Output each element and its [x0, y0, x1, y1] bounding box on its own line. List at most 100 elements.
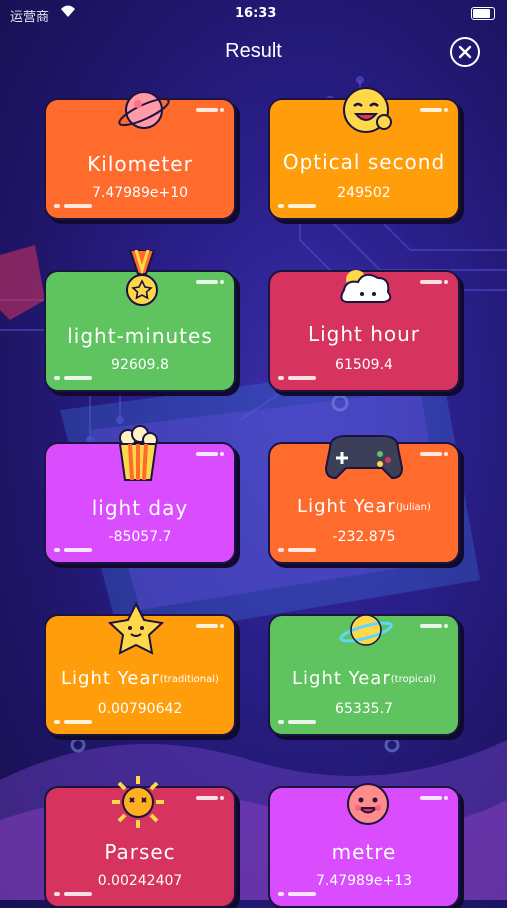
- card-highlight-dot: [54, 548, 60, 552]
- popcorn-icon: [108, 424, 168, 484]
- unit-label: Optical second: [282, 150, 446, 174]
- unit-value: 61509.4: [335, 357, 393, 373]
- result-card: Parsec 0.00242407: [44, 776, 236, 908]
- result-card: Light Year(Julian) -232.875: [268, 435, 460, 564]
- unit-label: light-minutes: [67, 324, 213, 348]
- unit-label: Light hour: [307, 322, 421, 346]
- card-highlight-dot: [220, 280, 224, 284]
- wifi-icon: [60, 4, 76, 22]
- card-highlight: [420, 796, 442, 800]
- page-title: Result: [225, 40, 282, 62]
- card-highlight-dot: [54, 720, 60, 724]
- card-highlight: [288, 892, 316, 896]
- card-highlight: [288, 720, 316, 724]
- card-highlight-dot: [278, 204, 284, 208]
- unit-label: Parsec: [104, 840, 176, 864]
- result-card: Light Year(tropical) 65335.7: [268, 614, 460, 736]
- card-highlight-dot: [278, 720, 284, 724]
- unit-name: Light Year(Julian): [270, 496, 458, 517]
- medal-icon: [112, 249, 172, 310]
- gamepad-icon: [320, 424, 404, 484]
- card-highlight: [196, 796, 218, 800]
- status-bar: 运营商 16:33: [0, 0, 507, 28]
- card-highlight-dot: [220, 796, 224, 800]
- unit-qualifier: (Julian): [395, 502, 431, 513]
- unit-name: Parsec: [46, 840, 234, 864]
- close-button[interactable]: [450, 37, 480, 67]
- result-card: metre 7.47989e+13: [268, 783, 460, 908]
- card-highlight-dot: [278, 376, 284, 380]
- card-highlight: [196, 280, 218, 284]
- unit-value: -85057.7: [108, 529, 172, 545]
- card-highlight-dot: [278, 548, 284, 552]
- card-highlight: [420, 280, 442, 284]
- unit-value: 7.47989e+13: [315, 873, 413, 889]
- carrier-label: 运营商: [10, 10, 50, 25]
- unit-qualifier: (traditional): [159, 674, 219, 685]
- status-time: 16:33: [235, 6, 277, 21]
- card-highlight: [64, 720, 92, 724]
- unit-value: 7.47989e+10: [91, 185, 189, 201]
- unit-name: light-minutes: [46, 324, 234, 348]
- card-highlight: [196, 624, 218, 628]
- card-highlight-dot: [54, 892, 60, 896]
- card-highlight: [288, 204, 316, 208]
- card-highlight-dot: [54, 204, 60, 208]
- sun-icon: [108, 772, 168, 832]
- result-card: light-minutes 92609.8: [44, 249, 236, 392]
- unit-name: Light hour: [270, 322, 458, 346]
- card-highlight: [196, 452, 218, 456]
- unit-value: 0.00242407: [97, 873, 183, 889]
- unit-value: -232.875: [332, 529, 396, 545]
- unit-qualifier: (tropical): [390, 674, 437, 685]
- unit-label: metre: [331, 840, 397, 864]
- card-highlight-dot: [220, 108, 224, 112]
- card-highlight: [64, 376, 92, 380]
- card-highlight-dot: [278, 892, 284, 896]
- unit-name: Light Year(tropical): [270, 668, 458, 689]
- card-highlight: [420, 624, 442, 628]
- card-highlight-dot: [444, 280, 448, 284]
- card-highlight: [64, 548, 92, 552]
- unit-value: 65335.7: [335, 701, 393, 717]
- unit-name: light day: [46, 496, 234, 520]
- card-highlight: [64, 892, 92, 896]
- result-card: Optical second 249502: [268, 87, 460, 220]
- card-highlight: [64, 204, 92, 208]
- battery-icon: [471, 7, 495, 20]
- result-card: light day -85057.7: [44, 425, 236, 564]
- card-highlight-dot: [444, 452, 448, 456]
- card-highlight-dot: [220, 624, 224, 628]
- unit-name: metre: [270, 840, 458, 864]
- unit-label: light day: [91, 496, 189, 520]
- laughing-face-icon: [338, 82, 398, 142]
- card-highlight: [288, 548, 316, 552]
- card-highlight-dot: [444, 796, 448, 800]
- close-icon: [458, 45, 472, 59]
- card-highlight: [420, 108, 442, 112]
- unit-label: Kilometer: [87, 152, 193, 176]
- result-card: Light Year(traditional) 0.00790642: [44, 601, 236, 736]
- card-highlight-dot: [220, 452, 224, 456]
- cloud-sun-icon: [336, 258, 396, 318]
- card-highlight: [288, 376, 316, 380]
- unit-name: Optical second: [270, 150, 458, 174]
- card-highlight-dot: [54, 376, 60, 380]
- unit-value: 0.00790642: [97, 701, 183, 717]
- ringed-planet-icon: [336, 600, 396, 660]
- card-highlight: [196, 108, 218, 112]
- result-card: Kilometer 7.47989e+10: [44, 91, 236, 220]
- star-icon: [106, 600, 166, 660]
- unit-name: Light Year(traditional): [46, 668, 234, 689]
- unit-label: Light Year: [61, 668, 160, 689]
- unit-name: Kilometer: [46, 152, 234, 176]
- unit-value: 249502: [337, 185, 391, 201]
- unit-label: Light Year: [291, 668, 391, 689]
- result-card: Light hour 61509.4: [268, 270, 460, 392]
- card-highlight-dot: [444, 108, 448, 112]
- unit-value: 92609.8: [111, 357, 169, 373]
- unit-label: Light Year: [297, 496, 396, 517]
- smiley-face-icon: [338, 772, 398, 832]
- planet-icon: [114, 82, 174, 142]
- card-highlight-dot: [444, 624, 448, 628]
